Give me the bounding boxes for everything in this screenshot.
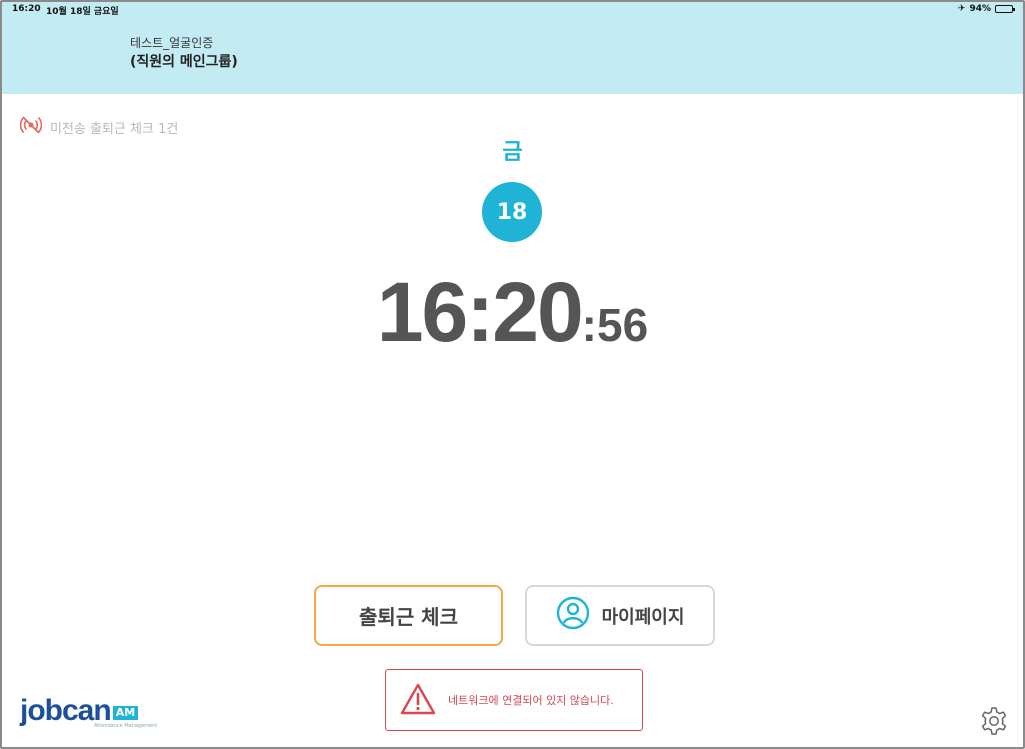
battery-percent: 94% <box>969 4 991 14</box>
group-name: (직원의 메인그룹) <box>130 54 238 70</box>
mypage-button[interactable]: 마이페이지 <box>525 585 715 646</box>
jobcan-logo: jobcan AM Attendance Management <box>20 694 157 730</box>
attendance-check-label: 출퇴근 체크 <box>359 605 458 629</box>
status-bar: 16:20 10월 18일 금요일 ✈ 94% <box>2 2 1023 18</box>
company-name: 테스트_얼굴인증 <box>130 36 214 50</box>
clock-display: 16:20:56 <box>2 264 1023 361</box>
logo-word: jobcan <box>20 694 112 727</box>
logo-tagline: Attendance Management <box>94 723 158 729</box>
attendance-check-button[interactable]: 출퇴근 체크 <box>314 585 503 646</box>
mypage-label: 마이페이지 <box>601 606 685 628</box>
clock-seconds: :56 <box>581 299 649 351</box>
warning-triangle-icon <box>400 683 436 718</box>
app-window: 16:20 10월 18일 금요일 ✈ 94% 테스트_얼굴인증 (직원의 메인… <box>0 0 1025 749</box>
day-badge: 18 <box>482 182 542 242</box>
logo-badge: AM <box>112 705 139 720</box>
airplane-icon: ✈ <box>957 4 966 14</box>
network-alert: 네트워크에 연결되어 있지 않습니다. <box>385 669 643 731</box>
clock-hours-minutes: 16:20 <box>376 265 584 359</box>
status-date: 10월 18일 금요일 <box>46 7 119 17</box>
alert-message: 네트워크에 연결되어 있지 않습니다. <box>448 694 614 707</box>
gear-icon[interactable] <box>979 706 1009 736</box>
header: 테스트_얼굴인증 (직원의 메인그룹) <box>2 18 1023 94</box>
battery-icon <box>995 5 1015 13</box>
status-time: 16:20 <box>12 4 41 14</box>
status-right: ✈ 94% <box>957 4 1015 14</box>
user-circle-icon <box>556 596 590 635</box>
weekday-label: 금 <box>502 140 523 165</box>
